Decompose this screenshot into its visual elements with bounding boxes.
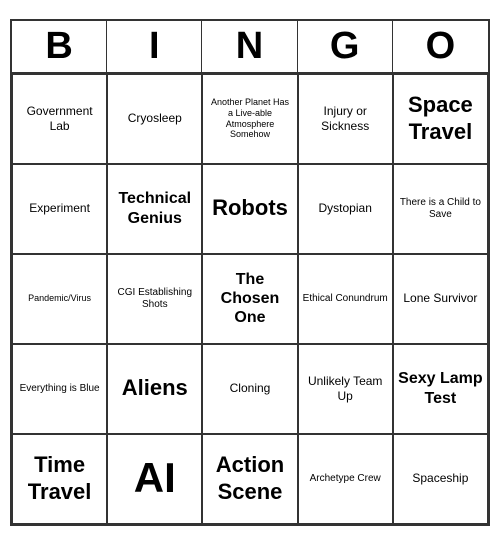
bingo-cell: Pandemic/Virus [12, 254, 107, 344]
bingo-cell: Unlikely Team Up [298, 344, 393, 434]
bingo-cell: Robots [202, 164, 297, 254]
bingo-cell: Another Planet Has a Live-able Atmospher… [202, 74, 297, 164]
bingo-cell: Aliens [107, 344, 202, 434]
bingo-cell: Sexy Lamp Test [393, 344, 488, 434]
bingo-header: BINGO [12, 21, 488, 74]
bingo-cell: Ethical Conundrum [298, 254, 393, 344]
bingo-cell: AI [107, 434, 202, 524]
bingo-cell: Action Scene [202, 434, 297, 524]
bingo-cell: The Chosen One [202, 254, 297, 344]
bingo-cell: Space Travel [393, 74, 488, 164]
header-letter: I [107, 21, 202, 72]
bingo-cell: Experiment [12, 164, 107, 254]
bingo-cell: Time Travel [12, 434, 107, 524]
bingo-cell: Archetype Crew [298, 434, 393, 524]
header-letter: B [12, 21, 107, 72]
bingo-cell: There is a Child to Save [393, 164, 488, 254]
header-letter: O [393, 21, 488, 72]
bingo-cell: Injury or Sickness [298, 74, 393, 164]
bingo-card: BINGO Government LabCryosleepAnother Pla… [10, 19, 490, 526]
bingo-cell: Government Lab [12, 74, 107, 164]
bingo-cell: Cloning [202, 344, 297, 434]
header-letter: N [202, 21, 297, 72]
bingo-cell: Dystopian [298, 164, 393, 254]
bingo-cell: Spaceship [393, 434, 488, 524]
bingo-cell: Lone Survivor [393, 254, 488, 344]
bingo-cell: CGI Establishing Shots [107, 254, 202, 344]
bingo-grid: Government LabCryosleepAnother Planet Ha… [12, 74, 488, 524]
bingo-cell: Technical Genius [107, 164, 202, 254]
header-letter: G [298, 21, 393, 72]
bingo-cell: Cryosleep [107, 74, 202, 164]
bingo-cell: Everything is Blue [12, 344, 107, 434]
